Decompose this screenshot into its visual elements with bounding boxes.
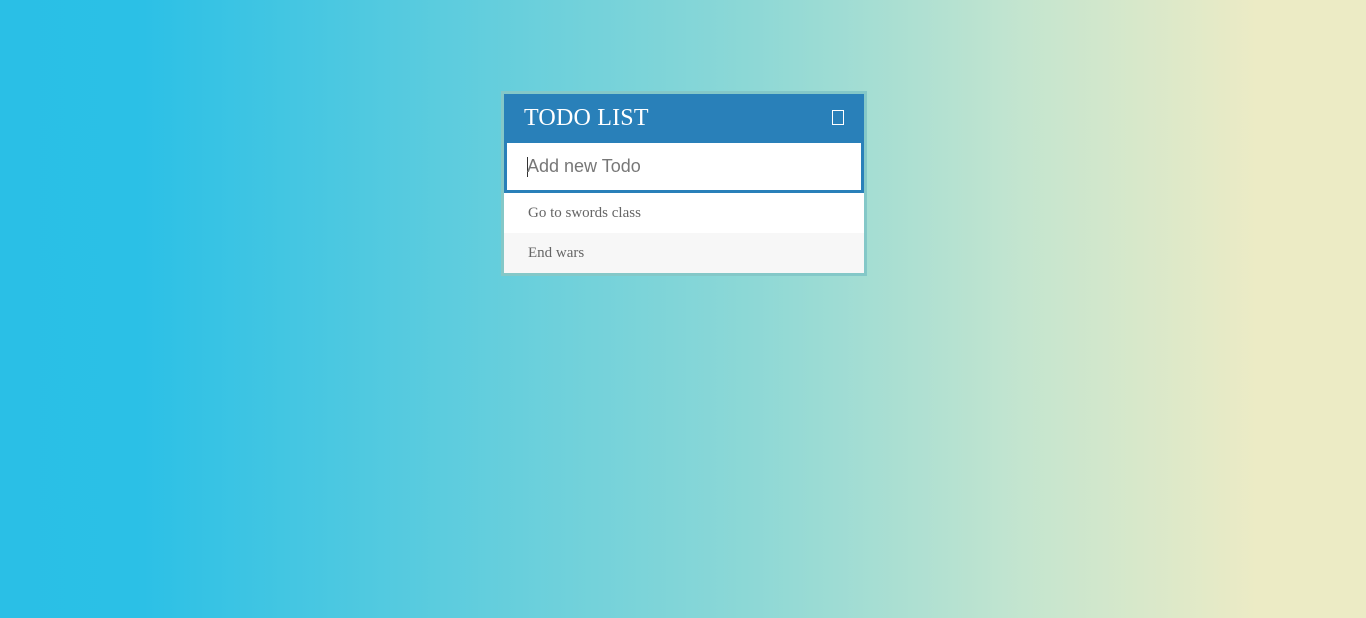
square-toggle-icon[interactable] xyxy=(832,110,844,125)
new-todo-input[interactable] xyxy=(527,156,861,177)
new-todo-field-wrapper xyxy=(504,143,864,193)
page-title: TODO LIST xyxy=(524,105,649,131)
todo-header: TODO LIST xyxy=(504,94,864,143)
todo-list: Go to swords class End wars xyxy=(504,193,864,273)
todo-item[interactable]: Go to swords class xyxy=(504,193,864,233)
todo-container: TODO LIST Go to swords class End wars xyxy=(501,91,867,276)
todo-item[interactable]: End wars xyxy=(504,233,864,273)
